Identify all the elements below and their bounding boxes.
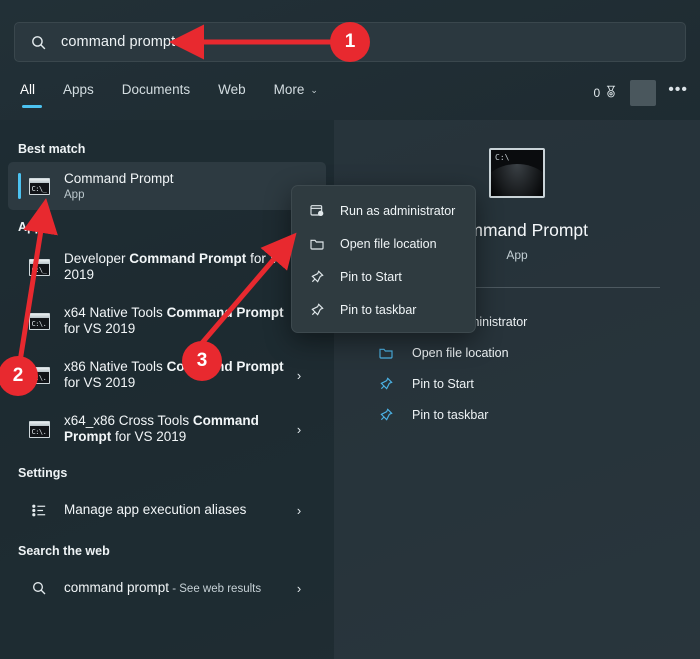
command-prompt-icon: C:\. xyxy=(28,310,50,332)
app-item-x86-native-tools-command-prompt[interactable]: C:\. x86 Native Tools Command Prompt for… xyxy=(8,348,326,402)
best-match-title: Command Prompt xyxy=(64,171,174,186)
preview-action-pin-to-start[interactable]: Pin to Start xyxy=(376,368,700,399)
preview-action-label: Open file location xyxy=(412,345,509,360)
chevron-right-icon[interactable]: › xyxy=(290,368,308,383)
command-prompt-icon: C:\_ xyxy=(28,256,50,278)
shield-window-icon xyxy=(308,202,326,220)
app-item-label: Developer Command Prompt for VS 2019 xyxy=(64,251,288,282)
web-search-label: command prompt - See web results xyxy=(64,579,262,595)
header-right-cluster: 0 ••• xyxy=(594,80,693,106)
preview-action-label: Pin to Start xyxy=(412,376,474,391)
chevron-right-icon[interactable]: › xyxy=(290,503,308,518)
pin-icon xyxy=(308,268,326,286)
context-menu-item-label: Run as administrator xyxy=(340,203,456,218)
rewards-count: 0 xyxy=(593,86,601,100)
account-avatar[interactable] xyxy=(630,80,657,106)
app-item-x64-native-tools-command-prompt[interactable]: C:\. x64 Native Tools Command Prompt for… xyxy=(8,294,326,348)
tab-web-label: Web xyxy=(218,82,246,97)
settings-item-label: Manage app execution aliases xyxy=(64,502,247,517)
chevron-right-icon[interactable]: › xyxy=(290,581,308,596)
preview-action-label: Pin to taskbar xyxy=(412,407,489,422)
context-menu-item-open-file-location[interactable]: Open file location xyxy=(292,227,475,260)
search-input-value[interactable]: command prompt xyxy=(61,34,175,50)
app-item-label: x64_x86 Cross Tools Command Prompt for V… xyxy=(64,413,259,444)
context-menu: Run as administrator Open file location … xyxy=(291,185,476,333)
preview-action-open-file-location[interactable]: Open file location xyxy=(376,337,700,368)
app-item-x64-x86-cross-tools-command-prompt[interactable]: C:\. x64_x86 Cross Tools Command Prompt … xyxy=(8,402,326,456)
windows-search-panel: command prompt All Apps Documents Web Mo… xyxy=(0,0,700,659)
pin-icon xyxy=(376,406,396,424)
best-match-subtitle: App xyxy=(64,189,85,201)
tab-more[interactable]: More ⌄ xyxy=(260,78,332,100)
context-menu-item-label: Pin to Start xyxy=(340,269,402,284)
tab-apps[interactable]: Apps xyxy=(49,78,108,100)
tab-documents[interactable]: Documents xyxy=(108,78,204,100)
tab-all-label: All xyxy=(20,82,36,97)
command-prompt-large-icon: C:\ xyxy=(489,148,545,198)
search-icon xyxy=(28,577,50,599)
web-search-item[interactable]: command prompt - See web results › xyxy=(8,564,326,612)
app-item-label: x64 Native Tools Command Prompt for VS 2… xyxy=(64,305,284,336)
results-list: Best match C:\_ Command Prompt App Apps … xyxy=(0,120,334,659)
app-item-developer-command-prompt[interactable]: C:\_ Developer Command Prompt for VS 201… xyxy=(8,240,326,294)
search-box[interactable]: command prompt xyxy=(14,22,686,62)
tab-all[interactable]: All xyxy=(14,78,49,100)
pin-icon xyxy=(376,375,396,393)
context-menu-item-label: Pin to taskbar xyxy=(340,302,417,317)
app-item-label: x86 Native Tools Command Prompt for VS 2… xyxy=(64,359,284,390)
context-menu-item-label: Open file location xyxy=(340,236,437,251)
search-icon xyxy=(29,33,47,51)
tab-web[interactable]: Web xyxy=(204,78,260,100)
overflow-menu-icon[interactable]: ••• xyxy=(668,81,692,101)
folder-icon xyxy=(376,344,396,362)
filter-tabs: All Apps Documents Web More ⌄ xyxy=(14,78,332,112)
tab-more-label: More xyxy=(273,82,305,97)
chevron-down-icon: ⌄ xyxy=(310,85,318,95)
context-menu-item-pin-to-taskbar[interactable]: Pin to taskbar xyxy=(292,293,475,326)
pin-icon xyxy=(308,301,326,319)
command-prompt-icon: C:\. xyxy=(28,364,50,386)
tab-documents-label: Documents xyxy=(121,82,191,97)
folder-icon xyxy=(308,235,326,253)
context-menu-item-run-as-administrator[interactable]: Run as administrator xyxy=(292,194,475,227)
section-heading-apps: Apps xyxy=(18,220,50,234)
chevron-right-icon[interactable]: › xyxy=(290,422,308,437)
tab-apps-label: Apps xyxy=(63,82,94,97)
preview-action-pin-to-taskbar[interactable]: Pin to taskbar xyxy=(376,399,700,430)
section-heading-settings: Settings xyxy=(18,466,68,480)
context-menu-item-pin-to-start[interactable]: Pin to Start xyxy=(292,260,475,293)
command-prompt-icon: C:\. xyxy=(28,418,50,440)
section-heading-best-match: Best match xyxy=(18,142,86,156)
settings-item-manage-app-execution-aliases[interactable]: Manage app execution aliases › xyxy=(8,486,326,534)
command-prompt-icon: C:\_ xyxy=(28,175,50,197)
section-heading-search-the-web: Search the web xyxy=(18,544,110,558)
best-match-item-command-prompt[interactable]: C:\_ Command Prompt App xyxy=(8,162,326,210)
settings-list-icon xyxy=(28,499,50,521)
medal-icon xyxy=(604,85,618,102)
rewards-indicator[interactable]: 0 xyxy=(594,85,619,102)
